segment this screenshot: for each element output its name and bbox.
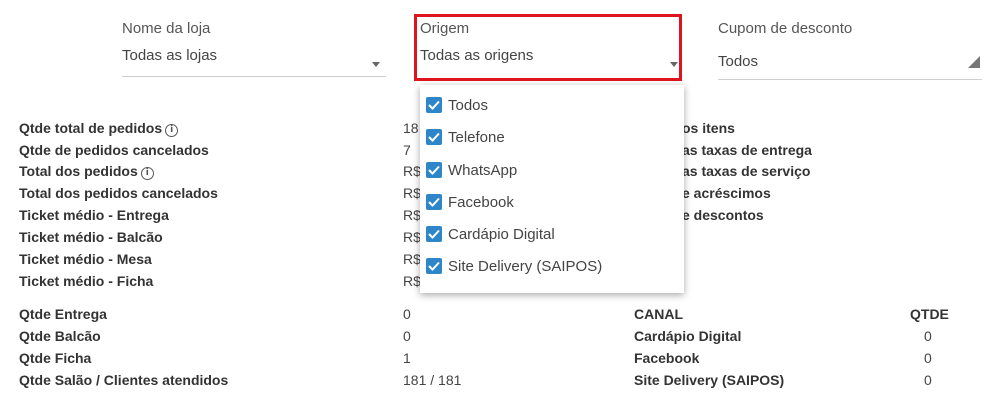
channel-header-qtde: QTDE <box>910 306 949 322</box>
count-balcao-value: 0 <box>403 328 411 344</box>
store-filter-underline <box>122 76 386 77</box>
channel-row-qtde: 0 <box>924 372 932 388</box>
stat-right-acrescimos: e acréscimos <box>682 185 771 201</box>
channel-row-qtde: 0 <box>924 328 932 344</box>
origin-option-label: Site Delivery (SAIPOS) <box>448 257 603 275</box>
stat-total-valor-value: R$ <box>403 163 421 179</box>
stat-right-descontos: e descontos <box>682 207 764 223</box>
origin-filter-highlight <box>414 14 682 81</box>
stat-total-pedidos-value: 18 <box>403 120 419 136</box>
stat-ticket-balcao-label: Ticket médio - Balcão <box>19 229 163 245</box>
channel-header-canal: CANAL <box>634 306 683 322</box>
stat-label-text: Total dos pedidos <box>19 163 138 179</box>
store-filter-value: Todas as lojas <box>122 47 218 64</box>
origin-option-label: Facebook <box>448 193 514 211</box>
stat-label-text: Qtde total de pedidos <box>19 120 163 136</box>
origin-option-label: WhatsApp <box>448 161 518 179</box>
channel-row-canal: Site Delivery (SAIPOS) <box>634 372 785 388</box>
origin-option-label: Todos <box>448 96 489 114</box>
origin-option-site-delivery[interactable]: Site Delivery (SAIPOS) <box>426 254 602 278</box>
origin-option-cardapio-digital[interactable]: Cardápio Digital <box>426 222 555 246</box>
origin-option-label: Cardápio Digital <box>448 225 555 243</box>
check-icon[interactable] <box>426 97 442 113</box>
channel-row-canal: Cardápio Digital <box>634 328 742 344</box>
coupon-filter-underline <box>718 79 982 80</box>
check-icon[interactable] <box>426 129 442 145</box>
coupon-filter-label: Cupom de desconto <box>718 20 853 37</box>
origin-option-whatsapp[interactable]: WhatsApp <box>426 158 517 182</box>
check-icon[interactable] <box>426 194 442 210</box>
count-balcao-label: Qtde Balcão <box>19 328 101 344</box>
info-icon[interactable]: i <box>165 124 179 137</box>
count-entrega-label: Qtde Entrega <box>19 306 107 322</box>
check-icon[interactable] <box>426 258 442 274</box>
check-icon[interactable] <box>426 162 442 178</box>
stat-ticket-entrega-value: R$ <box>403 207 421 223</box>
origin-option-todos[interactable]: Todos <box>426 93 488 117</box>
stat-ticket-ficha-value: R$ <box>403 273 421 289</box>
store-filter-label: Nome da loja <box>122 20 211 37</box>
stat-ticket-ficha-label: Ticket médio - Ficha <box>19 273 154 289</box>
origin-option-label: Telefone <box>448 128 505 146</box>
stat-ticket-mesa-label: Ticket médio - Mesa <box>19 251 152 267</box>
stat-total-cancelados-value: R$ <box>403 185 421 201</box>
check-icon[interactable] <box>426 226 442 242</box>
count-salao-value: 181 / 181 <box>403 372 462 388</box>
stat-ticket-mesa-value: R$ <box>403 251 421 267</box>
coupon-filter-value: Todos <box>718 53 759 70</box>
stat-ticket-balcao-value: R$ <box>403 229 421 245</box>
count-entrega-value: 0 <box>403 306 411 322</box>
count-ficha-label: Qtde Ficha <box>19 350 92 366</box>
count-salao-label: Qtde Salão / Clientes atendidos <box>19 372 229 388</box>
origin-option-telefone[interactable]: Telefone <box>426 125 505 149</box>
stat-right-taxas-entrega: as taxas de entrega <box>682 142 812 158</box>
info-icon[interactable]: i <box>140 167 154 180</box>
triangle-icon <box>968 56 980 68</box>
origin-dropdown-menu: Todos Telefone WhatsApp Facebook Cardápi… <box>420 85 684 293</box>
store-filter[interactable]: Nome da loja Todas as lojas <box>122 18 386 78</box>
stat-total-pedidos-label: Qtde total de pedidos i <box>19 120 179 137</box>
channel-row-canal: Facebook <box>634 350 700 366</box>
channel-row-qtde: 0 <box>924 350 932 366</box>
stat-total-valor-label: Total dos pedidos i <box>19 163 154 180</box>
coupon-filter[interactable]: Cupom de desconto Todos <box>718 18 982 80</box>
caret-down-icon <box>372 62 380 67</box>
stat-total-cancelados-label: Total dos pedidos cancelados <box>19 185 218 201</box>
origin-option-facebook[interactable]: Facebook <box>426 190 514 214</box>
stat-cancelados-label: Qtde de pedidos cancelados <box>19 142 209 158</box>
stat-right-taxas-servico: as taxas de serviço <box>682 163 811 179</box>
stat-ticket-entrega-label: Ticket médio - Entrega <box>19 207 169 223</box>
stat-cancelados-value: 7 <box>403 142 411 158</box>
count-ficha-value: 1 <box>403 350 411 366</box>
stat-right-itens: os itens <box>682 120 735 136</box>
